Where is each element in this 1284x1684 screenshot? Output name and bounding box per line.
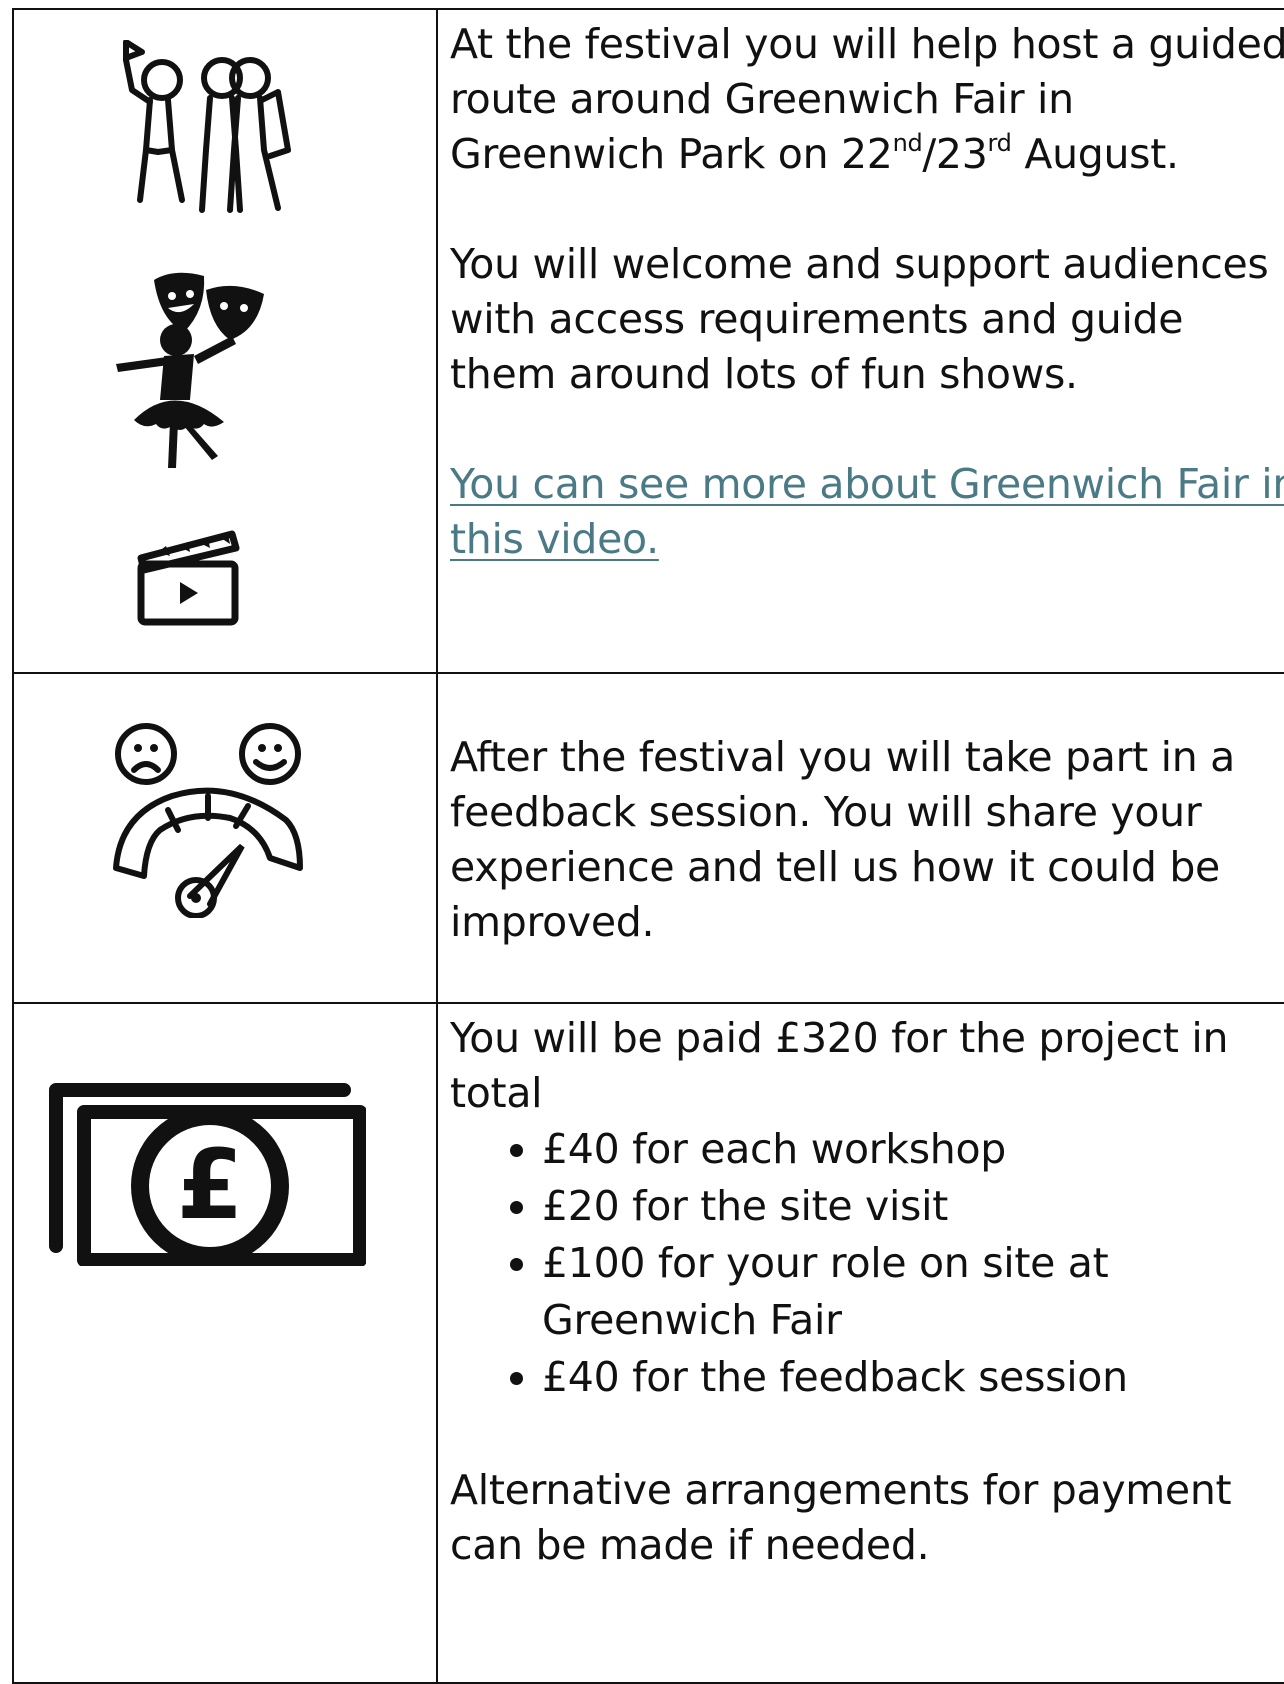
feedback-paragraph: After the festival you will take part in… xyxy=(450,733,1235,946)
list-item: £20 for the site visit xyxy=(542,1178,1284,1235)
table-row-festival: At the festival you will help host a gui… xyxy=(12,8,1284,674)
text-cell-festival: At the festival you will help host a gui… xyxy=(436,8,1284,674)
list-item: £40 for the feedback session xyxy=(542,1349,1284,1406)
festival-text-mid: /23 xyxy=(922,130,988,178)
text-cell-payment: You will be paid £320 for the project in… xyxy=(436,1002,1284,1684)
guided-walk-icon xyxy=(123,40,291,213)
payment-closing: Alternative arrangements for payment can… xyxy=(450,1466,1232,1569)
payment-list: £40 for each workshop £20 for the site v… xyxy=(450,1121,1284,1406)
list-item: £100 for your role on site at Greenwich … xyxy=(542,1235,1284,1349)
superscript-nd: nd xyxy=(892,129,923,157)
welcome-paragraph: You will welcome and support audiences w… xyxy=(450,240,1269,398)
video-link-paragraph: You can see more about Greenwich Fair in… xyxy=(450,457,1284,567)
video-link[interactable]: You can see more about Greenwich Fair in… xyxy=(450,460,1284,563)
video-clapperboard-icon xyxy=(137,530,240,626)
theatre-masks-dancer-icon xyxy=(116,272,264,468)
icon-cell-feedback xyxy=(12,672,438,1004)
info-table: At the festival you will help host a gui… xyxy=(12,8,1284,1684)
icon-cell-payment: £ xyxy=(12,1002,438,1684)
payment-intro: You will be paid £320 for the project in… xyxy=(450,1014,1229,1117)
pound-symbol: £ xyxy=(177,1129,244,1241)
money-pound-icon: £ xyxy=(49,1083,366,1266)
text-cell-feedback: After the festival you will take part in… xyxy=(436,672,1284,1004)
festival-text-after: August. xyxy=(1011,130,1179,178)
table-row-feedback: After the festival you will take part in… xyxy=(12,672,1284,1004)
feedback-meter-icon xyxy=(113,723,303,918)
superscript-rd: rd xyxy=(987,129,1012,157)
festival-paragraph: At the festival you will help host a gui… xyxy=(450,17,1284,182)
table-row-payment: £ You will be paid £320 for the project … xyxy=(12,1002,1284,1684)
icon-cell-festival xyxy=(12,8,438,674)
list-item: £40 for each workshop xyxy=(542,1121,1284,1178)
